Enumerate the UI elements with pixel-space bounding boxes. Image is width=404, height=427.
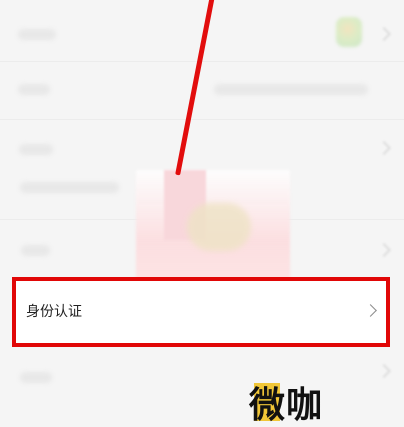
blurred-cream-mark bbox=[187, 203, 251, 251]
chevron-right-icon bbox=[376, 363, 392, 379]
blurred-settings-value bbox=[20, 182, 119, 193]
watermark-logo: 微咖 bbox=[249, 377, 367, 427]
blurred-settings-label bbox=[20, 372, 52, 383]
blurred-settings-label bbox=[21, 245, 50, 256]
chevron-right-icon bbox=[376, 140, 392, 156]
settings-screen: 身份认证 微咖 bbox=[0, 0, 404, 427]
chevron-right-icon bbox=[364, 304, 377, 317]
settings-row-divider bbox=[0, 119, 404, 120]
identity-verification-row[interactable]: 身份认证 bbox=[12, 277, 390, 347]
avatar[interactable] bbox=[336, 17, 362, 47]
blurred-settings-value bbox=[214, 84, 368, 95]
identity-verification-label: 身份认证 bbox=[26, 304, 82, 320]
chevron-right-icon bbox=[376, 26, 392, 42]
red-pointer-line bbox=[175, 0, 216, 176]
blurred-settings-label bbox=[18, 29, 56, 40]
blurred-settings-label bbox=[18, 84, 50, 95]
blurred-settings-label bbox=[19, 144, 53, 155]
watermark-text: 微咖 bbox=[249, 385, 324, 426]
chevron-right-icon bbox=[376, 242, 392, 258]
